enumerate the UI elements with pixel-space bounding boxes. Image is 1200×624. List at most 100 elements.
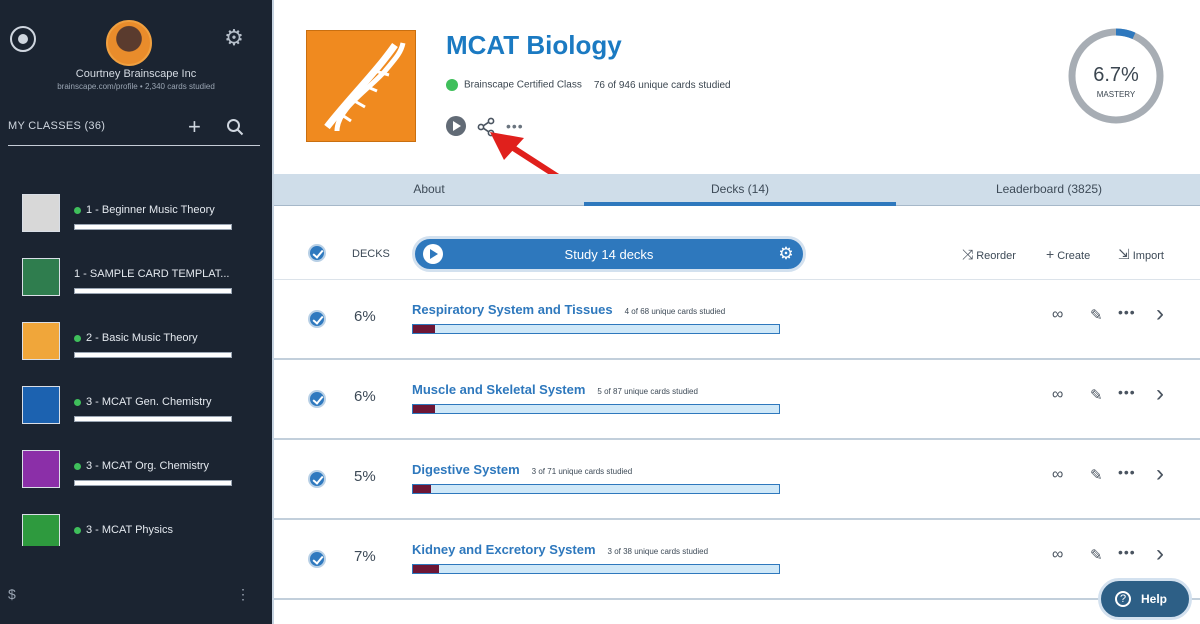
deck-progress-bar (412, 404, 780, 414)
class-thumbnail (22, 322, 60, 360)
select-all-checkbox[interactable] (308, 244, 326, 262)
deck-percent: 6% (354, 308, 376, 325)
class-thumbnail (22, 386, 60, 424)
search-icon[interactable] (226, 118, 244, 136)
my-classes-header: MY CLASSES (36) + (8, 114, 260, 146)
add-class-button[interactable]: + (188, 114, 201, 140)
tab-leaderboard[interactable]: Leaderboard (3825) (896, 174, 1200, 206)
class-label: 3 - MCAT Gen. Chemistry (86, 396, 212, 408)
sidebar: ⚙ Courtney Brainscape Inc brainscape.com… (0, 0, 272, 624)
deck-title[interactable]: Muscle and Skeletal System (412, 382, 585, 397)
chevron-right-icon[interactable]: › (1156, 380, 1164, 408)
deck-checkbox[interactable] (308, 310, 326, 328)
class-thumbnail (22, 450, 60, 488)
deck-row[interactable]: 6% Muscle and Skeletal System 5 of 87 uniq… (274, 360, 1200, 440)
deck-name[interactable]: Digestive System 3 of 71 unique cards stu… (412, 462, 632, 477)
mastery-label: MASTERY (1096, 90, 1136, 99)
study-label: Study 14 decks (564, 247, 654, 262)
deck-actions: ∞ ✎ ••• › (1052, 540, 1172, 568)
mastery-ring: 6.7% MASTERY (1066, 26, 1166, 126)
create-button[interactable]: + Create (1046, 246, 1090, 262)
class-title: 1 - Beginner Music Theory (74, 204, 215, 216)
class-list-item[interactable]: 1 - SAMPLE CARD TEMPLAT... (0, 250, 272, 310)
link-icon[interactable]: ∞ (1052, 466, 1063, 484)
deck-title[interactable]: Respiratory System and Tissues (412, 302, 613, 317)
app-window: ⚙ Courtney Brainscape Inc brainscape.com… (0, 0, 1200, 624)
deck-progress-fill (413, 325, 435, 333)
class-list: 1 - Beginner Music Theory 1 - SAMPLE CAR… (0, 186, 272, 546)
deck-title[interactable]: Digestive System (412, 462, 520, 477)
class-list-item[interactable]: 1 - Beginner Music Theory (0, 186, 272, 246)
more-options-icon[interactable]: ••• (1118, 544, 1136, 560)
certified-label[interactable]: Brainscape Certified Class (464, 80, 582, 91)
upgrade-dollar-icon[interactable]: $ (8, 586, 16, 602)
mastery-percent: 6.7% (1093, 64, 1139, 86)
class-list-item[interactable]: 2 - Basic Music Theory (0, 314, 272, 374)
help-label: Help (1141, 592, 1168, 606)
deck-percent: 7% (354, 548, 376, 565)
plus-icon: + (1046, 246, 1055, 262)
reorder-label: Reorder (976, 250, 1016, 262)
edit-pencil-icon[interactable]: ✎ (1090, 466, 1103, 484)
chevron-right-icon[interactable]: › (1156, 540, 1164, 568)
tab-decks[interactable]: Decks (14) (584, 174, 896, 206)
chevron-right-icon[interactable]: › (1156, 300, 1164, 328)
deck-progress-fill (413, 565, 439, 573)
deck-name[interactable]: Kidney and Excretory System 3 of 38 uniqu… (412, 542, 708, 557)
study-settings-gear-icon[interactable]: ⚙ (777, 245, 795, 263)
avatar[interactable] (106, 20, 152, 66)
link-icon[interactable]: ∞ (1052, 386, 1063, 404)
deck-checkbox[interactable] (308, 390, 326, 408)
link-icon[interactable]: ∞ (1052, 546, 1063, 564)
class-thumbnail (22, 514, 60, 546)
create-label: Create (1057, 250, 1091, 262)
certified-dot-icon (74, 334, 81, 342)
edit-pencil-icon[interactable]: ✎ (1090, 386, 1103, 404)
deck-cards-studied: 4 of 68 unique cards studied (624, 307, 726, 316)
chevron-right-icon[interactable]: › (1156, 460, 1164, 488)
class-progress-bar (74, 224, 232, 230)
brainscape-logo-icon[interactable] (10, 26, 36, 52)
class-progress-bar (74, 352, 232, 358)
class-title: 3 - MCAT Org. Chemistry (74, 460, 209, 472)
import-button[interactable]: ⇲ Import (1118, 246, 1164, 263)
deck-name[interactable]: Respiratory System and Tissues 4 of 68 un… (412, 302, 725, 317)
class-cover-image (306, 30, 416, 142)
reorder-button[interactable]: ⤨ Reorder (962, 246, 1016, 263)
deck-row[interactable]: 7% Kidney and Excretory System 3 of 38 uni… (274, 520, 1200, 600)
deck-percent: 6% (354, 388, 376, 405)
deck-checkbox[interactable] (308, 550, 326, 568)
preview-play-icon[interactable] (446, 116, 466, 136)
study-decks-button[interactable]: Study 14 decks ⚙ (412, 236, 806, 272)
deck-title[interactable]: Kidney and Excretory System (412, 542, 596, 557)
class-label: 3 - MCAT Org. Chemistry (86, 460, 210, 472)
user-name: Courtney Brainscape Inc (75, 68, 197, 80)
class-label: 1 - SAMPLE CARD TEMPLAT... (74, 268, 230, 280)
deck-name[interactable]: Muscle and Skeletal System 5 of 87 unique… (412, 382, 698, 397)
more-options-icon[interactable]: ••• (1118, 464, 1136, 480)
certified-dot-icon (74, 206, 81, 214)
more-options-icon[interactable]: ••• (1118, 384, 1136, 400)
tab-about[interactable]: About (274, 174, 584, 206)
certification-row: Brainscape Certified Class 76 of 946 uniq… (446, 79, 731, 91)
settings-gear-icon[interactable]: ⚙ (222, 26, 246, 50)
link-icon[interactable]: ∞ (1052, 306, 1063, 324)
class-list-item[interactable]: 3 - MCAT Org. Chemistry (0, 442, 272, 502)
certified-dot-icon (74, 462, 81, 470)
deck-progress-fill (413, 405, 435, 413)
help-button[interactable]: ? Help (1098, 578, 1192, 620)
class-list-item[interactable]: 3 - MCAT Gen. Chemistry (0, 378, 272, 438)
class-list-item[interactable]: 3 - MCAT Physics (0, 506, 272, 546)
deck-row[interactable]: 6% Respiratory System and Tissues 4 of 68 … (274, 280, 1200, 360)
edit-pencil-icon[interactable]: ✎ (1090, 306, 1103, 324)
class-title: 2 - Basic Music Theory (74, 332, 198, 344)
class-progress-bar (74, 416, 232, 422)
more-options-icon[interactable]: ••• (1118, 304, 1136, 320)
tab-bar: About Decks (14) Leaderboard (3825) (274, 174, 1200, 206)
decks-label: DECKS (352, 248, 390, 260)
deck-checkbox[interactable] (308, 470, 326, 488)
edit-pencil-icon[interactable]: ✎ (1090, 546, 1103, 564)
deck-row[interactable]: 5% Digestive System 3 of 71 unique cards s… (274, 440, 1200, 520)
user-subtitle: brainscape.com/profile • 2,340 cards stu… (57, 82, 215, 91)
sidebar-more-icon[interactable]: ⋮ (236, 586, 250, 603)
